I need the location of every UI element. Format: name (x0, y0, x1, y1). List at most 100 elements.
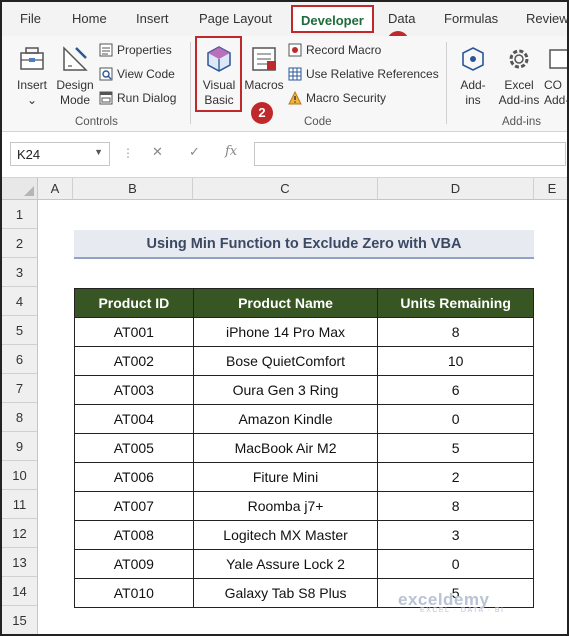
macros-icon (252, 47, 276, 71)
row-header[interactable]: 2 (2, 229, 38, 258)
cell-units-remaining[interactable]: 5 (377, 433, 534, 463)
group-separator (190, 42, 191, 124)
row-header[interactable]: 7 (2, 374, 38, 403)
excel-add-ins-button[interactable]: Excel Add-ins (494, 44, 544, 108)
tab-developer[interactable]: Developer (291, 5, 374, 33)
code-group-label: Code (304, 116, 332, 128)
cell-product-name[interactable]: Bose QuietComfort (192, 346, 379, 376)
row-header[interactable]: 1 (2, 200, 38, 229)
tab-home[interactable]: Home (72, 11, 107, 26)
cell-product-id[interactable]: AT008 (74, 520, 194, 550)
tab-data[interactable]: Data (388, 11, 415, 26)
formula-bar: K24 ▼ ⋮ ✕ ✓ fx (2, 132, 567, 178)
row-header[interactable]: 3 (2, 258, 38, 287)
cell-product-id[interactable]: AT001 (74, 317, 194, 347)
formula-input[interactable] (254, 142, 566, 166)
table-row: AT003 Oura Gen 3 Ring 6 (74, 375, 534, 405)
cell-product-name[interactable]: Amazon Kindle (192, 404, 379, 434)
tab-insert[interactable]: Insert (136, 11, 169, 26)
table-row: AT005 MacBook Air M2 5 (74, 433, 534, 463)
cell-product-id[interactable]: AT007 (74, 491, 194, 521)
select-all-corner[interactable] (2, 178, 38, 200)
cell-product-id[interactable]: AT003 (74, 375, 194, 405)
tab-review[interactable]: Review (526, 11, 567, 26)
column-header-b[interactable]: B (73, 178, 193, 200)
row-header[interactable]: 4 (2, 287, 38, 316)
row-header[interactable]: 10 (2, 461, 38, 490)
cell-units-remaining[interactable]: 0 (377, 404, 534, 434)
row-header[interactable]: 15 (2, 606, 38, 634)
view-code-icon (99, 67, 113, 81)
cell-product-name[interactable]: Galaxy Tab S8 Plus (192, 578, 379, 608)
macro-security-button[interactable]: Macro Security (288, 91, 386, 105)
header-units-remaining[interactable]: Units Remaining (377, 288, 534, 318)
cell-product-name[interactable]: Roomba j7+ (192, 491, 379, 521)
row-header[interactable]: 8 (2, 403, 38, 432)
cell-product-id[interactable]: AT002 (74, 346, 194, 376)
com-add-ins-label-2: Add- (544, 93, 569, 107)
ribbon-tabs: File Home Insert Page Layout Developer D… (2, 2, 567, 53)
exceldemy-watermark: exceldemy EXCEL · DATA · BI (398, 590, 505, 614)
cell-units-remaining[interactable]: 3 (377, 520, 534, 550)
insert-control-button[interactable]: Insert ⌄ (12, 44, 52, 108)
view-code-button[interactable]: View Code (99, 67, 175, 81)
row-header[interactable]: 9 (2, 432, 38, 461)
name-box[interactable]: K24 ▼ (10, 142, 110, 166)
cell-product-id[interactable]: AT009 (74, 549, 194, 579)
cell-product-name[interactable]: MacBook Air M2 (192, 433, 379, 463)
enter-icon[interactable]: ✓ (189, 144, 200, 160)
column-header-d[interactable]: D (378, 178, 534, 200)
annotation-badge-2: 2 (251, 102, 273, 124)
header-product-id[interactable]: Product ID (74, 288, 194, 318)
cell-product-name[interactable]: iPhone 14 Pro Max (192, 317, 379, 347)
header-product-name[interactable]: Product Name (192, 288, 379, 318)
cell-units-remaining[interactable]: 8 (377, 491, 534, 521)
sheet-title[interactable]: Using Min Function to Exclude Zero with … (74, 230, 534, 259)
warning-icon (288, 91, 302, 105)
product-table: Product ID Product Name Units Remaining … (74, 288, 534, 608)
tab-page-layout[interactable]: Page Layout (199, 11, 272, 26)
table-row: AT007 Roomba j7+ 8 (74, 491, 534, 521)
cell-product-name[interactable]: Logitech MX Master (192, 520, 379, 550)
cell-product-name[interactable]: Oura Gen 3 Ring (192, 375, 379, 405)
add-ins-button[interactable]: Add- ins (453, 44, 493, 108)
properties-button[interactable]: Properties (99, 43, 172, 57)
macros-button[interactable]: Macros (243, 44, 285, 93)
relative-references-button[interactable]: Use Relative References (288, 67, 439, 81)
column-header-e[interactable]: E (534, 178, 567, 200)
record-macro-icon (288, 43, 302, 57)
row-header[interactable]: 11 (2, 490, 38, 519)
cell-units-remaining[interactable]: 0 (377, 549, 534, 579)
cell-product-name[interactable]: Yale Assure Lock 2 (192, 549, 379, 579)
row-header[interactable]: 14 (2, 577, 38, 606)
cell-product-id[interactable]: AT006 (74, 462, 194, 492)
tab-formulas[interactable]: Formulas (444, 11, 498, 26)
design-mode-label-1: Design (56, 78, 94, 92)
worksheet-grid[interactable]: A B C D E 1 2 3 4 5 6 7 8 9 10 11 12 13 14 15 Using Mi… (2, 178, 567, 634)
cell-units-remaining[interactable]: 6 (377, 375, 534, 405)
chevron-down-icon[interactable]: ▼ (94, 147, 103, 157)
column-header-c[interactable]: C (193, 178, 378, 200)
row-header[interactable]: 12 (2, 519, 38, 548)
cancel-icon[interactable]: ✕ (152, 144, 163, 160)
run-dialog-button[interactable]: Run Dialog (99, 91, 176, 105)
cell-product-id[interactable]: AT010 (74, 578, 194, 608)
cell-product-id[interactable]: AT004 (74, 404, 194, 434)
cell-product-id[interactable]: AT005 (74, 433, 194, 463)
insert-function-icon[interactable]: fx (225, 144, 237, 159)
com-add-ins-button[interactable]: CO Add- (544, 44, 569, 108)
ribbon: Insert ⌄ Design Mode Properties View Cod… (2, 36, 569, 132)
cell-product-name[interactable]: Fiture Mini (192, 462, 379, 492)
cell-units-remaining[interactable]: 2 (377, 462, 534, 492)
record-macro-button[interactable]: Record Macro (288, 43, 381, 57)
tab-file[interactable]: File (20, 11, 41, 26)
row-header[interactable]: 13 (2, 548, 38, 577)
cell-units-remaining[interactable]: 10 (377, 346, 534, 376)
run-dialog-icon (99, 91, 113, 105)
design-mode-button[interactable]: Design Mode (54, 44, 96, 108)
row-header[interactable]: 6 (2, 345, 38, 374)
cell-units-remaining[interactable]: 8 (377, 317, 534, 347)
row-header[interactable]: 5 (2, 316, 38, 345)
table-row: AT006 Fiture Mini 2 (74, 462, 534, 492)
column-header-a[interactable]: A (38, 178, 73, 200)
